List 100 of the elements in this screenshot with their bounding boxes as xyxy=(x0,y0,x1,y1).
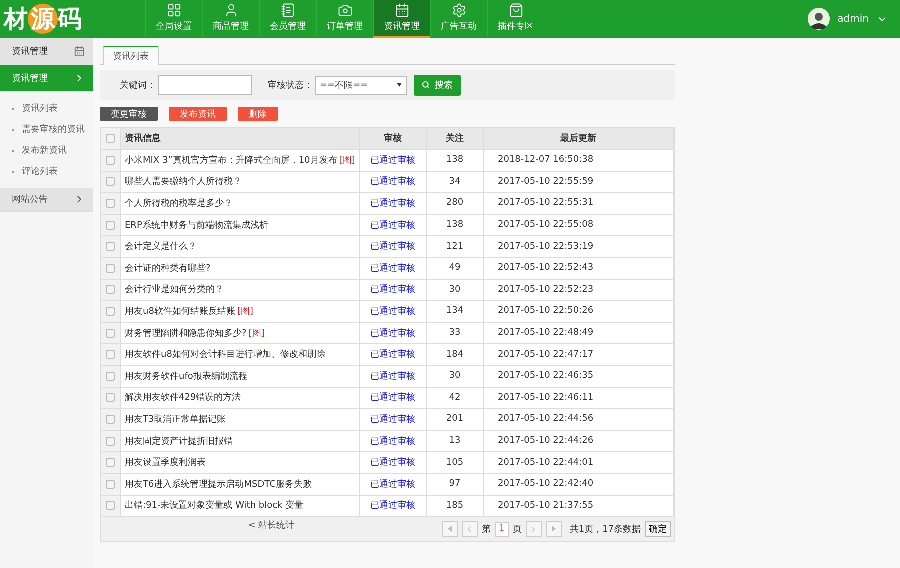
status-link[interactable]: 已通过审核 xyxy=(370,262,416,275)
status-link[interactable]: 已通过审核 xyxy=(370,196,416,210)
checkbox[interactable] xyxy=(106,242,115,252)
nav-tab[interactable]: 资讯管理 xyxy=(373,0,430,38)
checkbox[interactable] xyxy=(106,306,115,316)
views-cell: 30 xyxy=(427,366,484,387)
checkbox[interactable] xyxy=(106,501,115,510)
status-link[interactable]: 已通过审核 xyxy=(370,283,416,296)
nav-tab[interactable]: 全局设置 xyxy=(145,0,202,38)
last-page-button[interactable] xyxy=(546,521,562,538)
nav-tab[interactable]: 商品管理 xyxy=(202,0,259,38)
checkbox[interactable] xyxy=(106,134,115,143)
updated-cell: 2017-05-10 22:46:35 xyxy=(484,366,674,387)
camera-icon xyxy=(338,3,352,18)
column-header: 关注 xyxy=(427,128,484,149)
status-link[interactable]: 已通过审核 xyxy=(370,412,416,426)
confirm-button[interactable]: 确定 xyxy=(645,521,671,538)
status-link[interactable]: 已通过审核 xyxy=(370,218,416,232)
news-title[interactable]: 用友固定资产计提折旧报错 xyxy=(125,434,233,448)
page-prefix: 第 xyxy=(482,524,491,536)
news-title[interactable]: 用友财务软件ufo报表编制流程 xyxy=(125,370,248,383)
action-button[interactable]: 变更审核 xyxy=(100,107,158,121)
news-title[interactable]: 用友T6进入系统管理提示启动MSDTC服务失败 xyxy=(125,478,312,491)
checkbox[interactable] xyxy=(106,328,115,338)
status-link[interactable]: 已通过审核 xyxy=(370,434,416,448)
news-title[interactable]: ERP系统中财务与前端物流集成浅析 xyxy=(125,218,268,232)
checkbox[interactable] xyxy=(106,436,115,446)
checkbox[interactable] xyxy=(106,372,115,381)
checkbox[interactable] xyxy=(106,458,115,468)
updated-cell: 2017-05-10 22:46:11 xyxy=(484,388,674,408)
user-name[interactable]: admin xyxy=(838,14,869,24)
keyword-field[interactable] xyxy=(158,75,252,95)
checkbox[interactable] xyxy=(106,264,115,273)
checkbox[interactable] xyxy=(106,350,115,360)
news-title[interactable]: 会计定义是什么？ xyxy=(125,240,197,254)
tab[interactable]: 资讯列表 xyxy=(103,46,159,65)
status-link[interactable]: 已通过审核 xyxy=(370,391,416,404)
status-link[interactable]: 已通过审核 xyxy=(370,154,416,167)
nav-tab[interactable]: 广告互动 xyxy=(430,0,487,38)
nav-tab[interactable]: 插件专区 xyxy=(487,0,544,38)
status-link[interactable]: 已通过审核 xyxy=(370,240,416,254)
news-title[interactable]: 小米MIX 3”真机官方宣布：升降式全面屏，10月发布 xyxy=(125,154,338,167)
page-summary: 共1页，17条数据 xyxy=(570,524,641,536)
checkbox[interactable] xyxy=(106,220,115,230)
status-link[interactable]: 已通过审核 xyxy=(370,478,416,491)
views-cell: 30 xyxy=(427,280,484,300)
updated-cell: 2017-05-10 22:48:49 xyxy=(484,322,674,344)
avatar-icon xyxy=(808,8,830,30)
next-page-button[interactable] xyxy=(526,521,542,538)
news-title[interactable]: 用友设置季度利润表 xyxy=(125,456,206,470)
news-title[interactable]: 用友软件u8如何对会计科目进行增加、修改和删除 xyxy=(125,348,326,362)
news-title[interactable]: 解决用友软件429错误的方法 xyxy=(125,391,242,404)
news-title[interactable]: 会计证的种类有哪些? xyxy=(125,262,211,275)
checkbox[interactable] xyxy=(106,393,115,402)
status-link[interactable]: 已通过审核 xyxy=(370,499,416,512)
views-cell: 13 xyxy=(427,430,484,452)
checkbox[interactable] xyxy=(106,414,115,424)
updated-cell: 2017-05-10 22:42:40 xyxy=(484,474,674,494)
updated-cell: 2017-05-10 22:52:43 xyxy=(484,258,674,279)
news-title[interactable]: 用友u8软件如何结账反结账 xyxy=(125,304,236,318)
stats-link[interactable]: < 站长统计 xyxy=(248,521,295,532)
views-cell: 97 xyxy=(427,474,484,494)
checkbox[interactable] xyxy=(106,156,115,165)
status-select[interactable]: ==不限== xyxy=(315,76,407,94)
views-cell: 138 xyxy=(427,214,484,236)
nav-tab[interactable]: 会员管理 xyxy=(259,0,316,38)
checkbox[interactable] xyxy=(106,285,115,294)
updated-cell: 2017-05-10 22:52:23 xyxy=(484,280,674,300)
status-link[interactable]: 已通过审核 xyxy=(370,304,416,318)
prev-page-button[interactable] xyxy=(462,521,478,538)
status-link[interactable]: 已通过审核 xyxy=(370,370,416,383)
sidebar-group[interactable]: 网站公告 xyxy=(0,188,93,212)
sidebar-item[interactable]: 发布新资讯 xyxy=(22,144,67,157)
user-icon xyxy=(224,3,238,18)
views-cell: 138 xyxy=(427,150,484,171)
views-cell: 280 xyxy=(427,193,484,214)
status-link[interactable]: 已通过审核 xyxy=(370,456,416,470)
views-cell: 33 xyxy=(427,322,484,344)
sidebar-item[interactable]: 资讯列表 xyxy=(22,102,58,115)
updated-cell: 2018-12-07 16:50:38 xyxy=(484,150,674,171)
sidebar-item[interactable]: 需要审核的资讯 xyxy=(22,123,85,136)
image-tag: [图] xyxy=(339,154,356,167)
news-title[interactable]: 财务管理陷阱和隐患你知多少? xyxy=(125,326,247,340)
sidebar-item[interactable]: 评论列表 xyxy=(22,165,58,178)
news-title[interactable]: 会计行业是如何分类的？ xyxy=(125,283,224,296)
grid-icon xyxy=(166,3,182,18)
sidebar-group[interactable]: 资讯管理 xyxy=(0,65,93,92)
news-title[interactable]: 个人所得税的税率是多少？ xyxy=(125,196,233,210)
status-link[interactable]: 已通过审核 xyxy=(370,326,416,340)
updated-cell: 2017-05-10 22:55:59 xyxy=(484,172,674,192)
news-title[interactable]: 出错:91-未设置对象变量或 With block 变量 xyxy=(125,499,304,512)
status-link[interactable]: 已通过审核 xyxy=(370,175,416,188)
checkbox[interactable] xyxy=(106,177,115,186)
checkbox[interactable] xyxy=(106,198,115,208)
first-page-button[interactable] xyxy=(442,521,458,538)
news-title[interactable]: 用友T3取消正常单据记账 xyxy=(125,412,226,426)
status-link[interactable]: 已通过审核 xyxy=(370,348,416,362)
news-title[interactable]: 哪些人需要缴纳个人所得税？ xyxy=(125,175,242,188)
checkbox[interactable] xyxy=(106,480,115,489)
search-button[interactable]: 搜索 xyxy=(414,74,461,96)
